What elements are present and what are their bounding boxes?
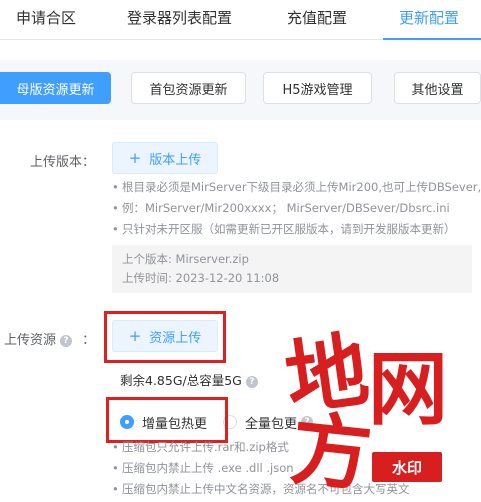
plus-icon: + xyxy=(128,149,142,167)
tab-apply-merge[interactable]: 申请合区 xyxy=(16,7,76,28)
help-icon[interactable]: ? xyxy=(60,334,73,347)
watermark-badge: 水印 xyxy=(372,452,442,482)
resource-upload-label: 上传资源? ： xyxy=(4,329,95,348)
tab-recharge[interactable]: 充值配置 xyxy=(287,7,347,28)
tip-item: 例：MirServer/Mir200xxxx； MirServer/DBSeve… xyxy=(112,198,481,219)
subtab-master-resource[interactable]: 母版资源更新 xyxy=(0,72,111,104)
last-version-name: 上个版本: Mirserver.zip xyxy=(122,252,249,266)
version-upload-button[interactable]: + 版本上传 xyxy=(112,142,218,174)
tip-item: 根目录必须是MirServer下级目录必须上传Mir200,也可上传DBSeve… xyxy=(112,177,481,198)
watermark-char-2: 网 xyxy=(368,342,448,436)
storage-quota-text: 剩余4.85G/总容量5G xyxy=(120,373,242,388)
help-icon[interactable]: ? xyxy=(245,375,258,388)
highlight-box-upload xyxy=(104,311,226,363)
subtab-first-package[interactable]: 首包资源更新 xyxy=(131,72,246,104)
top-tabs: 申请合区 登录器列表配置 充值配置 更新配置 xyxy=(0,0,481,40)
label-colon: ： xyxy=(82,333,96,348)
version-tips: 根目录必须是MirServer下级目录必须上传Mir200,也可上传DBSeve… xyxy=(112,177,481,240)
last-version-info: 上个版本: Mirserver.zip 上传时间: 2023-12-20 11:… xyxy=(112,245,472,293)
subtab-h5-games[interactable]: H5游戏管理 xyxy=(263,72,372,104)
subtab-other-settings[interactable]: 其他设置 xyxy=(394,72,481,104)
active-tab-indicator xyxy=(383,38,481,40)
tip-item: 只针对未开区服（如需更新已开区服版本，请到开发服版本更新） xyxy=(112,219,481,240)
tab-update-config[interactable]: 更新配置 xyxy=(399,7,459,28)
version-upload-button-label: 版本上传 xyxy=(149,152,202,168)
radio-full-label: 全量包更 xyxy=(245,416,298,432)
watermark-char-3: 方 xyxy=(286,401,377,502)
subtab-bar: 母版资源更新 首包资源更新 H5游戏管理 其他设置 xyxy=(0,60,481,120)
version-upload-label: 上传版本： xyxy=(30,155,96,170)
last-upload-time: 上传时间: 2023-12-20 11:08 xyxy=(122,271,280,285)
storage-quota: 剩余4.85G/总容量5G? xyxy=(120,370,258,389)
resource-upload-label-text: 上传资源 xyxy=(4,333,57,348)
tab-launcher-list[interactable]: 登录器列表配置 xyxy=(127,7,232,28)
